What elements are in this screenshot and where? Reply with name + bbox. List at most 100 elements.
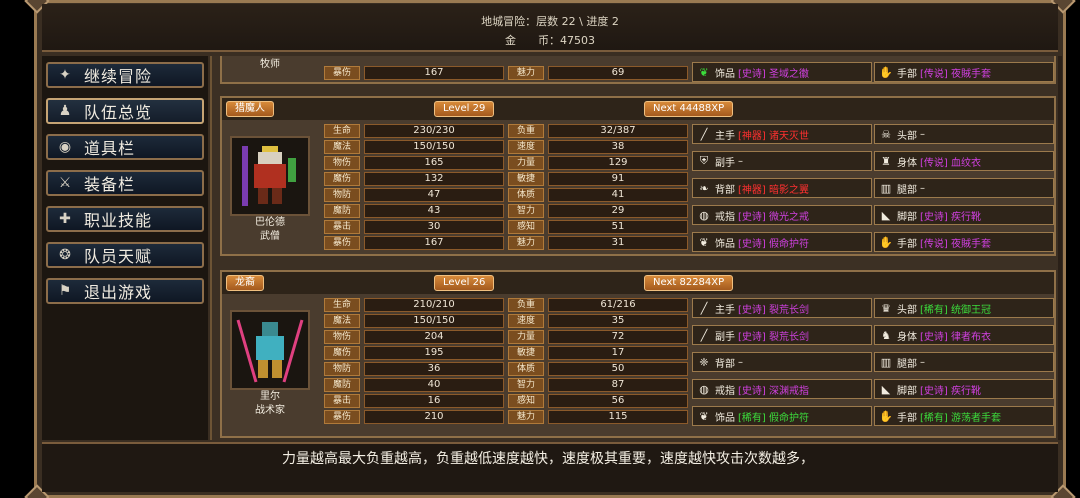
stat-value: 69: [548, 66, 688, 80]
equip-slot[interactable]: ▥ 腿部 –: [874, 352, 1054, 372]
stat-value: 210/210: [364, 298, 504, 312]
panel-scrollbar[interactable]: [1058, 56, 1062, 440]
equip-slot[interactable]: ✋ 手部 [传说] 夜賊手套: [874, 232, 1054, 252]
sword-icon: ╱: [700, 328, 708, 342]
slot-item: [神器] 暗影之翼: [738, 184, 809, 196]
glove-icon: ✋: [879, 409, 893, 423]
slot-name: 头部: [897, 304, 917, 316]
menu-member-talents[interactable]: ❂ 队员天赋: [46, 242, 204, 268]
stat-value: 72: [548, 330, 688, 344]
slot-item: –: [920, 128, 925, 140]
character-card-lier[interactable]: 龙裔 Level 26 Next 82284XP 里尔 战术家 生命 210/21…: [220, 270, 1056, 438]
equip-slot[interactable]: ╱ 主手 [史诗] 裂荒长剑: [692, 298, 872, 318]
stat-label: 力量: [508, 156, 544, 170]
equip-slot[interactable]: ▥ 腿部 –: [874, 178, 1054, 198]
slot-name: 饰品: [715, 238, 735, 250]
stat-label: 体质: [508, 188, 544, 202]
slot-item: [史诗] 疾行靴: [920, 385, 981, 397]
equip-slot[interactable]: ♛ 头部 [稀有] 统御王冠: [874, 298, 1054, 318]
equip-slot[interactable]: ╱ 副手 [史诗] 裂荒长剑: [692, 325, 872, 345]
armor-icon: ♜: [881, 154, 891, 168]
slot-item: –: [738, 356, 743, 368]
equip-slot[interactable]: ♜ 身体 [传说] 血纹衣: [874, 151, 1054, 171]
menu-label: 道具栏: [84, 139, 136, 158]
equip-slot[interactable]: ❧ 背部 [神器] 暗影之翼: [692, 178, 872, 198]
stat-value: 167: [364, 236, 504, 250]
amulet-icon: ❦: [699, 65, 709, 79]
slot-name: 身体: [897, 157, 917, 169]
slot-item: [史诗] 圣域之徽: [738, 68, 809, 80]
stat-value: 132: [364, 172, 504, 186]
slot-item: [史诗] 疾行靴: [920, 211, 981, 223]
equip-slot[interactable]: ♞ 身体 [史诗] 律者布衣: [874, 325, 1054, 345]
character-portrait[interactable]: [230, 136, 310, 216]
slot-name: 戒指: [715, 385, 735, 397]
skull-icon: ☠: [881, 127, 891, 141]
stat-value: 230/230: [364, 124, 504, 138]
gold-amount: 金 币：47503: [505, 34, 595, 47]
equip-slot[interactable]: ✋ 手部 [传说] 夜賊手套: [874, 62, 1054, 82]
equip-slot[interactable]: ☠ 头部 –: [874, 124, 1054, 144]
race-tag: 龙裔: [226, 275, 264, 291]
equip-slot[interactable]: ◣ 脚部 [史诗] 疾行靴: [874, 205, 1054, 225]
equip-slot[interactable]: ◍ 戒指 [史诗] 微光之戒: [692, 205, 872, 225]
menu-exit-game[interactable]: ⚑ 退出游戏: [46, 278, 204, 304]
ring-icon: ◍: [699, 208, 709, 222]
party-icon: ♟: [58, 103, 72, 119]
character-portrait[interactable]: [230, 310, 310, 390]
equip-slot[interactable]: ◣ 脚部 [史诗] 疾行靴: [874, 379, 1054, 399]
header-bar: 地城冒险：层数 22 \ 进度 2 金 币：47503: [42, 4, 1058, 52]
robe-icon: ♞: [881, 328, 891, 342]
stat-value: 50: [548, 362, 688, 376]
stat-value: 31: [548, 236, 688, 250]
next-xp-tag: Next 44488XP: [644, 101, 734, 117]
character-card-barend[interactable]: 猎魔人 Level 29 Next 44488XP 巴伦德 武僧 生命 230/2…: [220, 96, 1056, 256]
menu-class-skills[interactable]: ✚ 职业技能: [46, 206, 204, 232]
stat-value: 30: [364, 220, 504, 234]
next-xp-tag: Next 82284XP: [644, 275, 734, 291]
menu-equipment[interactable]: ⚔ 装备栏: [46, 170, 204, 196]
level-tag: Level 29: [434, 101, 495, 117]
equip-slot[interactable]: ✋ 手部 [稀有] 游荡者手套: [874, 406, 1054, 426]
stat-value: 129: [548, 156, 688, 170]
legs-icon: ▥: [880, 355, 892, 369]
stat-label: 魔法: [324, 314, 360, 328]
boots-icon: ◣: [881, 208, 891, 222]
equip-slot[interactable]: ⛨ 副手 –: [692, 151, 872, 171]
warrior-sprite-icon: [242, 146, 296, 206]
character-name: 巴伦德: [255, 217, 285, 228]
slot-name: 腿部: [897, 184, 917, 196]
slot-name: 头部: [897, 130, 917, 142]
slot-name: 饰品: [715, 68, 735, 80]
menu-continue-adventure[interactable]: ✦ 继续冒险: [46, 62, 204, 88]
equip-slot[interactable]: ❦ 饰品 [史诗] 圣域之徽: [692, 62, 872, 82]
slot-item: [史诗] 裂荒长剑: [738, 331, 809, 343]
stat-label: 物伤: [324, 330, 360, 344]
stat-value: 32/387: [548, 124, 688, 138]
menu-label: 队伍总览: [84, 103, 153, 122]
equip-slot[interactable]: ❦ 饰品 [稀有] 假命护符: [692, 406, 872, 426]
slot-item: [稀有] 假命护符: [738, 412, 809, 424]
stat-label: 暴击: [324, 220, 360, 234]
slot-item: [史诗] 裂荒长剑: [738, 304, 809, 316]
equip-slot[interactable]: ◍ 戒指 [史诗] 深渊戒指: [692, 379, 872, 399]
equip-slot[interactable]: ╱ 主手 [神器] 诸天灭世: [692, 124, 872, 144]
party-panel: 牧师 暴伤 167 魅力 69 ❦ 饰品 [史诗] 圣域之徽 ✋ 手部 [传说]…: [210, 56, 1062, 440]
crown-icon: ♛: [881, 301, 891, 315]
sidebar-menu: ✦ 继续冒险 ♟ 队伍总览 ◉ 道具栏 ⚔ 装备栏 ✚ 职业技能 ❂ 队员天赋 …: [42, 56, 208, 440]
equip-slot[interactable]: ❈ 背部 –: [692, 352, 872, 372]
slot-item: –: [920, 182, 925, 194]
stat-label: 魅力: [508, 236, 544, 250]
menu-party-overview[interactable]: ♟ 队伍总览: [46, 98, 204, 124]
menu-label: 退出游戏: [84, 283, 153, 302]
slot-item: [史诗] 微光之戒: [738, 211, 809, 223]
stat-value: 167: [364, 66, 504, 80]
slot-item: [史诗] 深渊戒指: [738, 385, 809, 397]
amulet-icon: ❦: [699, 235, 709, 249]
menu-inventory[interactable]: ◉ 道具栏: [46, 134, 204, 160]
character-card-priest[interactable]: 牧师 暴伤 167 魅力 69 ❦ 饰品 [史诗] 圣域之徽 ✋ 手部 [传说]…: [220, 56, 1056, 84]
stat-label: 魔伤: [324, 346, 360, 360]
stat-label: 暴伤: [324, 236, 360, 250]
stat-value: 16: [364, 394, 504, 408]
equip-slot[interactable]: ❦ 饰品 [史诗] 假命护符: [692, 232, 872, 252]
